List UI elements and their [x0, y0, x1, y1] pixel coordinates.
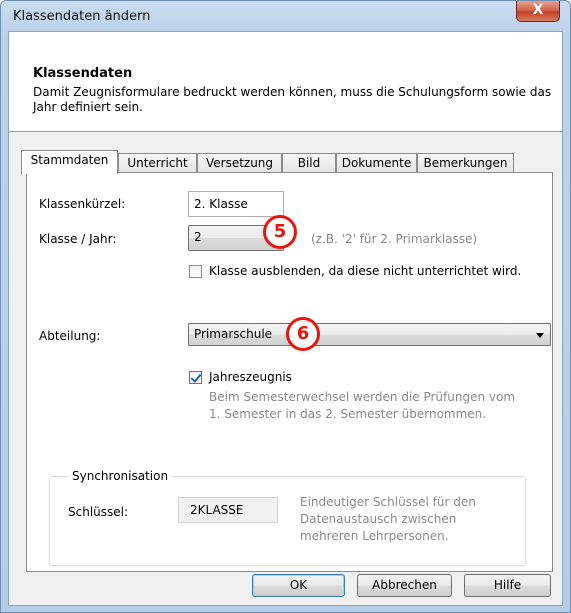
abteilung-dropdown[interactable]: Primarschule: [188, 323, 551, 346]
kuerzel-input[interactable]: 2. Klasse: [188, 191, 284, 217]
sync-group: Synchronisation Schlüssel: 2KLASSE Einde…: [49, 469, 526, 566]
close-icon: X: [532, 2, 544, 18]
ok-button[interactable]: OK: [252, 574, 345, 597]
jahreszeugnis-label[interactable]: Jahreszeugnis: [209, 370, 292, 384]
schluessel-label: Schlüssel:: [68, 505, 129, 519]
sync-hint-line1: Eindeutiger Schlüssel für den: [300, 495, 476, 509]
tab-versetzung[interactable]: Versetzung: [197, 153, 282, 173]
help-button[interactable]: Hilfe: [464, 574, 551, 597]
marker-6: 6: [286, 317, 320, 351]
jahreszeugnis-checkbox[interactable]: [189, 371, 202, 384]
dialog-window: Klassendaten ändern X Klassendaten Damit…: [0, 0, 571, 613]
jahreszeugnis-hint-line1: Beim Semesterwechsel werden die Prüfunge…: [209, 390, 516, 404]
chevron-down-icon: [536, 333, 544, 338]
cancel-button[interactable]: Abbrechen: [357, 574, 452, 597]
klasse-hint: (z.B. '2' für 2. Primarklasse): [311, 232, 478, 246]
abteilung-value: Primarschule: [194, 327, 273, 341]
sync-hint-line2: Datenaustausch zwischen: [300, 512, 457, 526]
tab-dokumente[interactable]: Dokumente: [336, 153, 417, 173]
ausblenden-label[interactable]: Klasse ausblenden, da diese nicht unterr…: [209, 264, 521, 278]
tab-unterricht[interactable]: Unterricht: [118, 153, 197, 173]
ausblenden-checkbox[interactable]: [189, 265, 202, 278]
marker-5: 5: [263, 215, 297, 249]
close-button[interactable]: X: [516, 1, 560, 22]
klasse-label: Klasse / Jahr:: [39, 232, 117, 246]
tab-panel-stammdaten: Klassenkürzel: 2. Klasse Klasse / Jahr: …: [26, 172, 553, 572]
klasse-value: 2: [194, 230, 202, 244]
dialog-header: Klassendaten Damit Zeugnisformulare bedr…: [9, 32, 562, 132]
abteilung-label: Abteilung:: [39, 329, 101, 343]
sync-hint-line3: mehreren Lehrpersonen.: [300, 529, 449, 543]
schluessel-input[interactable]: 2KLASSE: [178, 497, 278, 523]
dialog-client-area: Klassendaten Damit Zeugnisformulare bedr…: [8, 31, 563, 606]
window-title: Klassendaten ändern: [13, 9, 151, 24]
tab-bild[interactable]: Bild: [282, 153, 336, 173]
tab-bemerkungen[interactable]: Bemerkungen: [417, 153, 514, 173]
kuerzel-label: Klassenkürzel:: [39, 197, 126, 211]
tab-stammdaten[interactable]: Stammdaten: [21, 150, 118, 174]
header-title: Klassendaten: [33, 66, 133, 81]
sync-legend: Synchronisation: [68, 469, 173, 483]
jahreszeugnis-hint-line2: 1. Semester in das 2. Semester übernomme…: [209, 407, 487, 421]
header-description: Damit Zeugnisformulare bedruckt werden k…: [33, 85, 552, 114]
title-bar[interactable]: Klassendaten ändern X: [1, 1, 570, 33]
